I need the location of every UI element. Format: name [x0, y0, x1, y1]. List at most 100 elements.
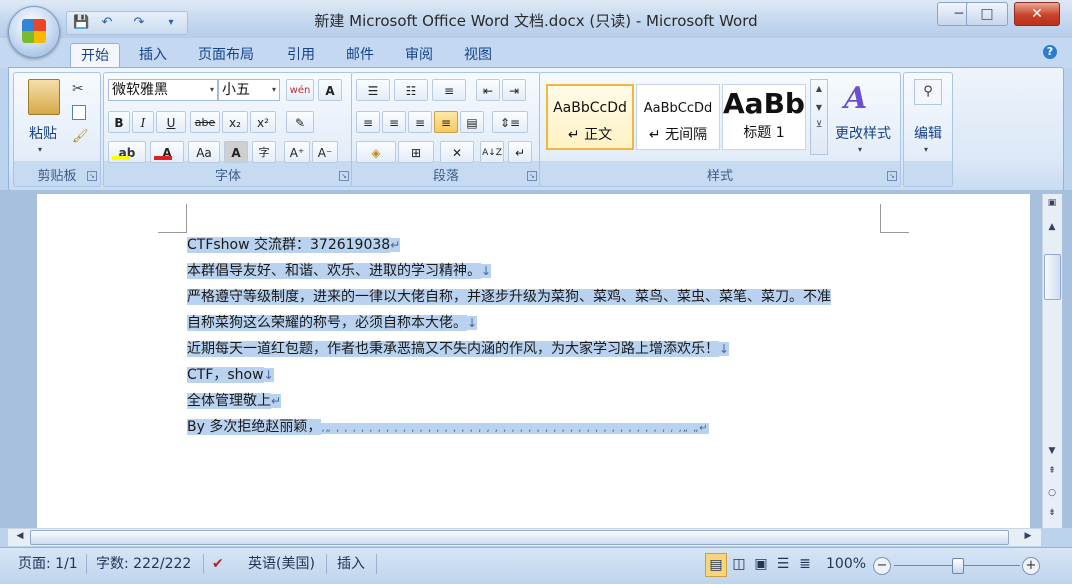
line-spacing-button[interactable]: ⇕≡ — [492, 111, 528, 133]
bold-button[interactable]: B — [108, 111, 130, 133]
character-shading-button[interactable]: A — [224, 141, 248, 163]
zoom-in-icon[interactable]: + — [1022, 557, 1040, 575]
tab-home[interactable]: 开始 — [70, 43, 120, 68]
editing-dropdown-icon[interactable]: ▾ — [924, 145, 928, 154]
distributed-button[interactable]: ▤ — [460, 111, 484, 133]
doc-line[interactable]: CTF，show↓ — [187, 363, 274, 388]
proofing-icon[interactable]: ✔ — [212, 553, 224, 575]
scroll-up-icon[interactable]: ▲ — [811, 84, 827, 93]
binoculars-icon[interactable]: ⚲ — [914, 79, 942, 105]
zoom-out-icon[interactable]: − — [873, 557, 891, 575]
clear-formatting-icon[interactable]: ✎ — [286, 111, 314, 133]
more-styles-icon[interactable]: ⊻ — [811, 120, 827, 130]
doc-line[interactable]: 近期每天一道红包题，作者也秉承恶搞又不失内涵的作风，为大家学习路上增添欢乐！↓ — [187, 337, 730, 362]
maximize-button[interactable]: □ — [966, 2, 1008, 26]
insert-mode[interactable]: 插入 — [337, 553, 365, 575]
close-button[interactable]: ✕ — [1014, 2, 1060, 26]
page-count[interactable]: 页面: 1/1 — [18, 553, 78, 575]
align-right-button[interactable]: ≡ — [408, 111, 432, 133]
copy-icon[interactable] — [72, 105, 86, 120]
paste-dropdown-icon[interactable]: ▾ — [38, 145, 42, 154]
character-border-button[interactable]: A — [318, 79, 342, 101]
scroll-up-icon[interactable]: ▲ — [1044, 222, 1060, 232]
draft-icon[interactable]: ≣ — [795, 553, 815, 575]
tab-mailings[interactable]: 邮件 — [336, 43, 384, 67]
change-case-button[interactable]: Aa — [188, 141, 220, 163]
scroll-down-icon[interactable]: ▼ — [811, 103, 827, 112]
editing-button[interactable]: 编辑 — [904, 123, 952, 143]
style-no-spacing[interactable]: AaBbCcDd ↵ 无间隔 — [636, 84, 720, 150]
change-styles-button[interactable]: 更改样式 — [830, 123, 896, 143]
multilevel-list-button[interactable]: ≡ — [432, 79, 466, 101]
numbering-button[interactable]: ☷ — [394, 79, 428, 101]
strikethrough-button[interactable]: abe — [190, 111, 220, 133]
help-icon[interactable]: ? — [1043, 45, 1057, 59]
grow-font-button[interactable]: A⁺ — [284, 141, 310, 163]
word-count[interactable]: 字数: 222/222 — [96, 553, 191, 575]
font-size-combo[interactable]: 小五 ▾ — [218, 79, 280, 101]
select-browse-object-icon[interactable]: ○ — [1044, 488, 1060, 498]
style-normal[interactable]: AaBbCcDd ↵ 正文 — [546, 84, 634, 150]
outline-icon[interactable]: ☰ — [773, 553, 793, 575]
borders-button[interactable]: ⊞ — [398, 141, 434, 163]
style-heading-1[interactable]: AaBb 标题 1 — [722, 84, 806, 150]
decrease-indent-button[interactable]: ⇤ — [476, 79, 500, 101]
paragraph-launcher-icon[interactable]: ↘ — [527, 171, 537, 181]
highlight-color-button[interactable]: ab — [108, 141, 146, 163]
doc-line[interactable]: By 多次拒绝赵丽颖，‚„ ‚ ‚ ‚ ‚ ‚ ‚ ‚ ‚ ‚ ‚ ‚ ‚ ‚ … — [187, 415, 891, 440]
doc-line[interactable]: CTFshow 交流群：372619038↵ — [187, 233, 401, 258]
doc-line[interactable]: 本群倡导友好、和谐、欢乐、进取的学习精神。↓ — [187, 259, 492, 284]
increase-indent-button[interactable]: ⇥ — [502, 79, 526, 101]
shrink-font-button[interactable]: A⁻ — [312, 141, 338, 163]
zoom-level[interactable]: 100% — [826, 553, 866, 575]
previous-page-icon[interactable]: ⇞ — [1044, 466, 1060, 476]
next-page-icon[interactable]: ⇟ — [1044, 508, 1060, 518]
font-color-button[interactable]: A — [150, 141, 184, 163]
align-center-button[interactable]: ≡ — [382, 111, 406, 133]
horizontal-scroll-thumb[interactable] — [30, 530, 1009, 545]
web-layout-icon[interactable]: ▣ — [751, 553, 771, 575]
vertical-scroll-thumb[interactable] — [1044, 254, 1061, 300]
tab-view[interactable]: 视图 — [454, 43, 502, 67]
sort-button[interactable]: A↓Z — [480, 141, 504, 163]
align-left-button[interactable]: ≡ — [356, 111, 380, 133]
justify-button[interactable]: ≡ — [434, 111, 458, 133]
shading-button[interactable]: ◈ — [356, 141, 396, 163]
paste-button[interactable]: 粘贴 — [20, 123, 66, 143]
change-styles-dropdown-icon[interactable]: ▾ — [858, 145, 862, 154]
underline-button[interactable]: U — [156, 111, 186, 133]
asian-layout-button[interactable]: ✕ — [440, 141, 474, 163]
tab-page-layout[interactable]: 页面布局 — [188, 43, 264, 67]
clipboard-launcher-icon[interactable]: ↘ — [87, 171, 97, 181]
italic-button[interactable]: I — [132, 111, 154, 133]
cut-icon[interactable]: ✂ — [72, 81, 84, 97]
superscript-button[interactable]: x² — [250, 111, 276, 133]
styles-launcher-icon[interactable]: ↘ — [887, 171, 897, 181]
enclose-characters-button[interactable]: 字 — [252, 141, 276, 163]
doc-line[interactable]: 全体管理敬上↵ — [187, 389, 282, 414]
scroll-right-icon[interactable]: ▶ — [1020, 531, 1036, 541]
change-styles-icon[interactable]: A — [844, 81, 867, 116]
doc-line[interactable]: 自称菜狗这么荣耀的称号，必须自称本大佬。↓ — [187, 311, 478, 336]
scroll-left-icon[interactable]: ◀ — [12, 531, 28, 541]
bullets-button[interactable]: ☰ — [356, 79, 390, 101]
show-marks-button[interactable]: ↵ — [508, 141, 532, 163]
format-painter-icon[interactable]: 🖌 — [72, 129, 89, 144]
subscript-button[interactable]: x₂ — [222, 111, 248, 133]
tab-references[interactable]: 引用 — [277, 43, 325, 67]
doc-line[interactable]: 严格遵守等级制度，进来的一律以大佬自称，并逐步升级为菜狗、菜鸡、菜鸟、菜虫、菜笔… — [187, 285, 831, 310]
tab-insert[interactable]: 插入 — [129, 43, 177, 67]
font-launcher-icon[interactable]: ↘ — [339, 171, 349, 181]
office-button[interactable] — [8, 6, 60, 58]
font-name-combo[interactable]: 微软雅黑 ▾ — [108, 79, 218, 101]
scroll-down-icon[interactable]: ▼ — [1044, 446, 1060, 456]
ruler-toggle-icon[interactable]: ▣ — [1044, 198, 1060, 208]
phonetic-guide-button[interactable]: wén — [286, 79, 314, 101]
tab-review[interactable]: 审阅 — [395, 43, 443, 67]
styles-gallery-scroller[interactable]: ▲ ▼ ⊻ — [810, 79, 828, 155]
paste-icon[interactable] — [28, 79, 60, 115]
print-layout-icon[interactable]: ▤ — [705, 553, 727, 577]
vertical-scrollbar[interactable] — [1042, 194, 1062, 528]
language[interactable]: 英语(美国) — [248, 553, 315, 575]
full-screen-reading-icon[interactable]: ◫ — [729, 553, 749, 575]
